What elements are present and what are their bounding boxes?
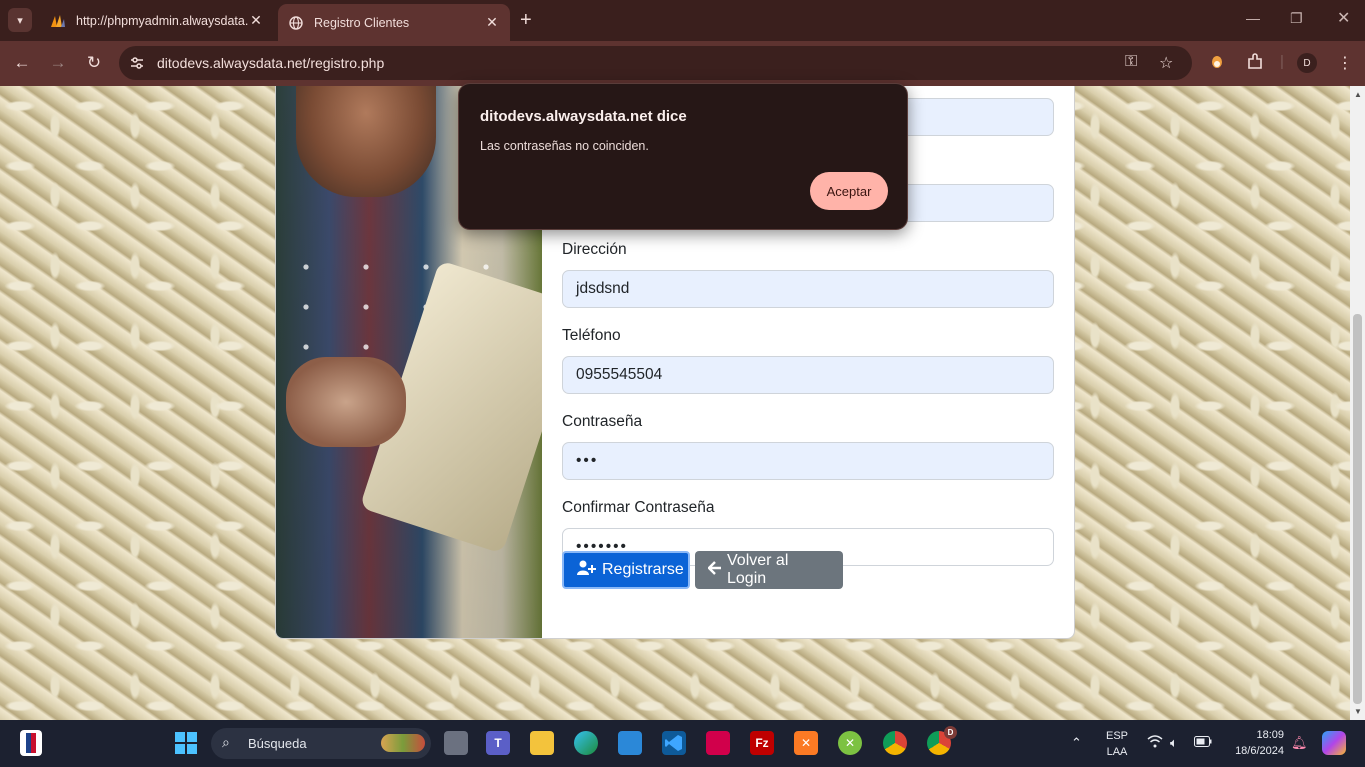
close-tab-icon[interactable]: ✕	[484, 14, 500, 31]
microsoft-store-icon[interactable]	[618, 731, 642, 755]
restore-icon[interactable]: ❐	[1290, 10, 1303, 27]
notification-bell-icon[interactable]: 🔔︎	[1291, 735, 1308, 751]
file-explorer-icon[interactable]	[530, 731, 554, 755]
battery-icon[interactable]	[1194, 735, 1212, 750]
scroll-thumb[interactable]	[1353, 314, 1362, 704]
nba-icon[interactable]	[20, 730, 42, 756]
search-placeholder: Búsqueda	[248, 736, 307, 751]
keyboard-layout[interactable]: LAA	[1104, 746, 1130, 758]
teams-icon[interactable]: T	[486, 731, 510, 755]
direccion-input[interactable]: jdsdsnd	[562, 270, 1054, 308]
task-view-icon[interactable]	[444, 731, 468, 755]
filezilla-icon[interactable]: Fz	[750, 731, 774, 755]
chrome-profile-badge: D	[944, 726, 957, 739]
site-settings-icon[interactable]	[129, 55, 145, 71]
copilot-icon[interactable]	[1322, 731, 1346, 755]
register-label: Registrarse	[602, 561, 684, 578]
page-scrollbar[interactable]: ▲ ▼	[1350, 86, 1365, 720]
back-to-login-button[interactable]: Volver al Login	[695, 551, 843, 589]
tab-strip: ▾ http://phpmyadmin.alwaysdata. ✕ Regist…	[0, 0, 1365, 41]
arrow-left-icon	[707, 561, 722, 579]
new-tab-button[interactable]: +	[520, 9, 532, 31]
chrome-icon[interactable]	[883, 731, 907, 755]
taskbar-search[interactable]: ⌕ Búsqueda	[211, 728, 431, 759]
tab-registro-clientes[interactable]: Registro Clientes ✕	[278, 4, 510, 41]
user-plus-icon	[577, 560, 597, 580]
xbox-icon[interactable]: ✕	[838, 731, 862, 755]
minimize-icon[interactable]: —	[1246, 10, 1260, 26]
back-arrow-icon[interactable]: ←	[11, 53, 33, 73]
clock-date[interactable]: 18/6/2024	[1222, 745, 1284, 757]
extensions-puzzle-icon[interactable]	[1246, 53, 1264, 75]
volume-icon[interactable]: 🔈︎	[1170, 735, 1178, 751]
browser-toolbar: ← → ↻ ditodevs.alwaysdata.net/registro.p…	[0, 41, 1365, 86]
windows-start-icon[interactable]	[174, 731, 198, 755]
app-red-icon[interactable]	[706, 731, 730, 755]
password-key-icon[interactable]: ⚿	[1125, 53, 1137, 71]
close-tab-icon[interactable]: ✕	[248, 12, 264, 29]
tab-title: http://phpmyadmin.alwaysdata.	[76, 13, 248, 28]
menu-kebab-icon[interactable]: ⋮	[1337, 53, 1353, 73]
password-label: Contraseña	[562, 413, 643, 430]
password-input[interactable]: •••	[562, 442, 1054, 480]
language-indicator[interactable]: ESP	[1104, 730, 1130, 742]
xampp-icon[interactable]: ✕	[794, 731, 818, 755]
chrome-profile-icon[interactable]: D	[927, 726, 957, 755]
reload-icon[interactable]: ↻	[83, 53, 105, 73]
close-window-icon[interactable]: ✕	[1337, 8, 1350, 28]
direccion-label: Dirección	[562, 241, 627, 258]
toolbar-divider: |	[1280, 53, 1284, 70]
dialog-title: ditodevs.alwaysdata.net dice	[480, 108, 687, 125]
scroll-down-icon[interactable]: ▼	[1354, 707, 1362, 716]
wifi-icon[interactable]	[1147, 735, 1163, 751]
telefono-input[interactable]: 0955545504	[562, 356, 1054, 394]
scroll-up-icon[interactable]: ▲	[1354, 90, 1362, 99]
bookmark-star-icon[interactable]: ☆	[1159, 53, 1173, 73]
tab-phpmyadmin[interactable]: http://phpmyadmin.alwaysdata. ✕	[40, 5, 274, 36]
forward-arrow-icon[interactable]: →	[47, 53, 69, 73]
search-icon: ⌕	[222, 734, 230, 750]
extension-fox-icon[interactable]	[1211, 53, 1223, 73]
chevron-up-icon[interactable]: ⌃	[1071, 735, 1082, 751]
windows-taskbar: ⌕ Búsqueda T Fz ✕ ✕ D ⌃ ESP LAA 🔈︎ 18:09…	[0, 720, 1365, 767]
profile-avatar[interactable]: D	[1297, 53, 1317, 73]
accept-button[interactable]: Aceptar	[810, 172, 888, 210]
telefono-label: Teléfono	[562, 327, 621, 344]
chevron-down-icon: ▾	[17, 14, 23, 27]
phpmyadmin-icon	[50, 13, 66, 29]
globe-icon	[288, 15, 304, 31]
register-button[interactable]: Registrarse	[562, 551, 690, 589]
search-highlight-image	[381, 734, 425, 752]
confirm-password-label: Confirmar Contraseña	[562, 499, 715, 516]
dialog-message: Las contraseñas no coinciden.	[480, 139, 649, 153]
tab-title: Registro Clientes	[314, 15, 410, 30]
back-to-login-label: Volver al Login	[727, 552, 789, 587]
address-bar[interactable]: ditodevs.alwaysdata.net/registro.php ⚿ ☆	[119, 46, 1192, 80]
url-text[interactable]: ditodevs.alwaysdata.net/registro.php	[157, 55, 384, 71]
tab-search-button[interactable]: ▾	[8, 8, 32, 32]
edge-icon[interactable]	[574, 731, 598, 755]
vscode-icon[interactable]	[662, 731, 686, 755]
clock-time[interactable]: 18:09	[1222, 729, 1284, 741]
alert-dialog: ditodevs.alwaysdata.net dice Las contras…	[458, 83, 908, 230]
